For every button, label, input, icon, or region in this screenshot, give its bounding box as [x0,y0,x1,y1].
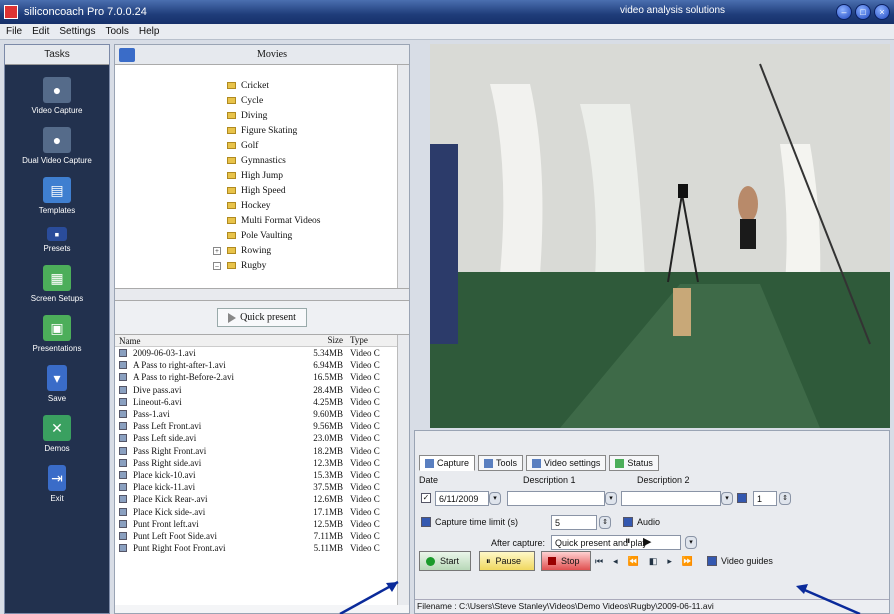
arrow-head-video-guides [796,584,808,594]
annotation-arrows [339,580,861,614]
arrow-to-video-guides [799,586,861,614]
